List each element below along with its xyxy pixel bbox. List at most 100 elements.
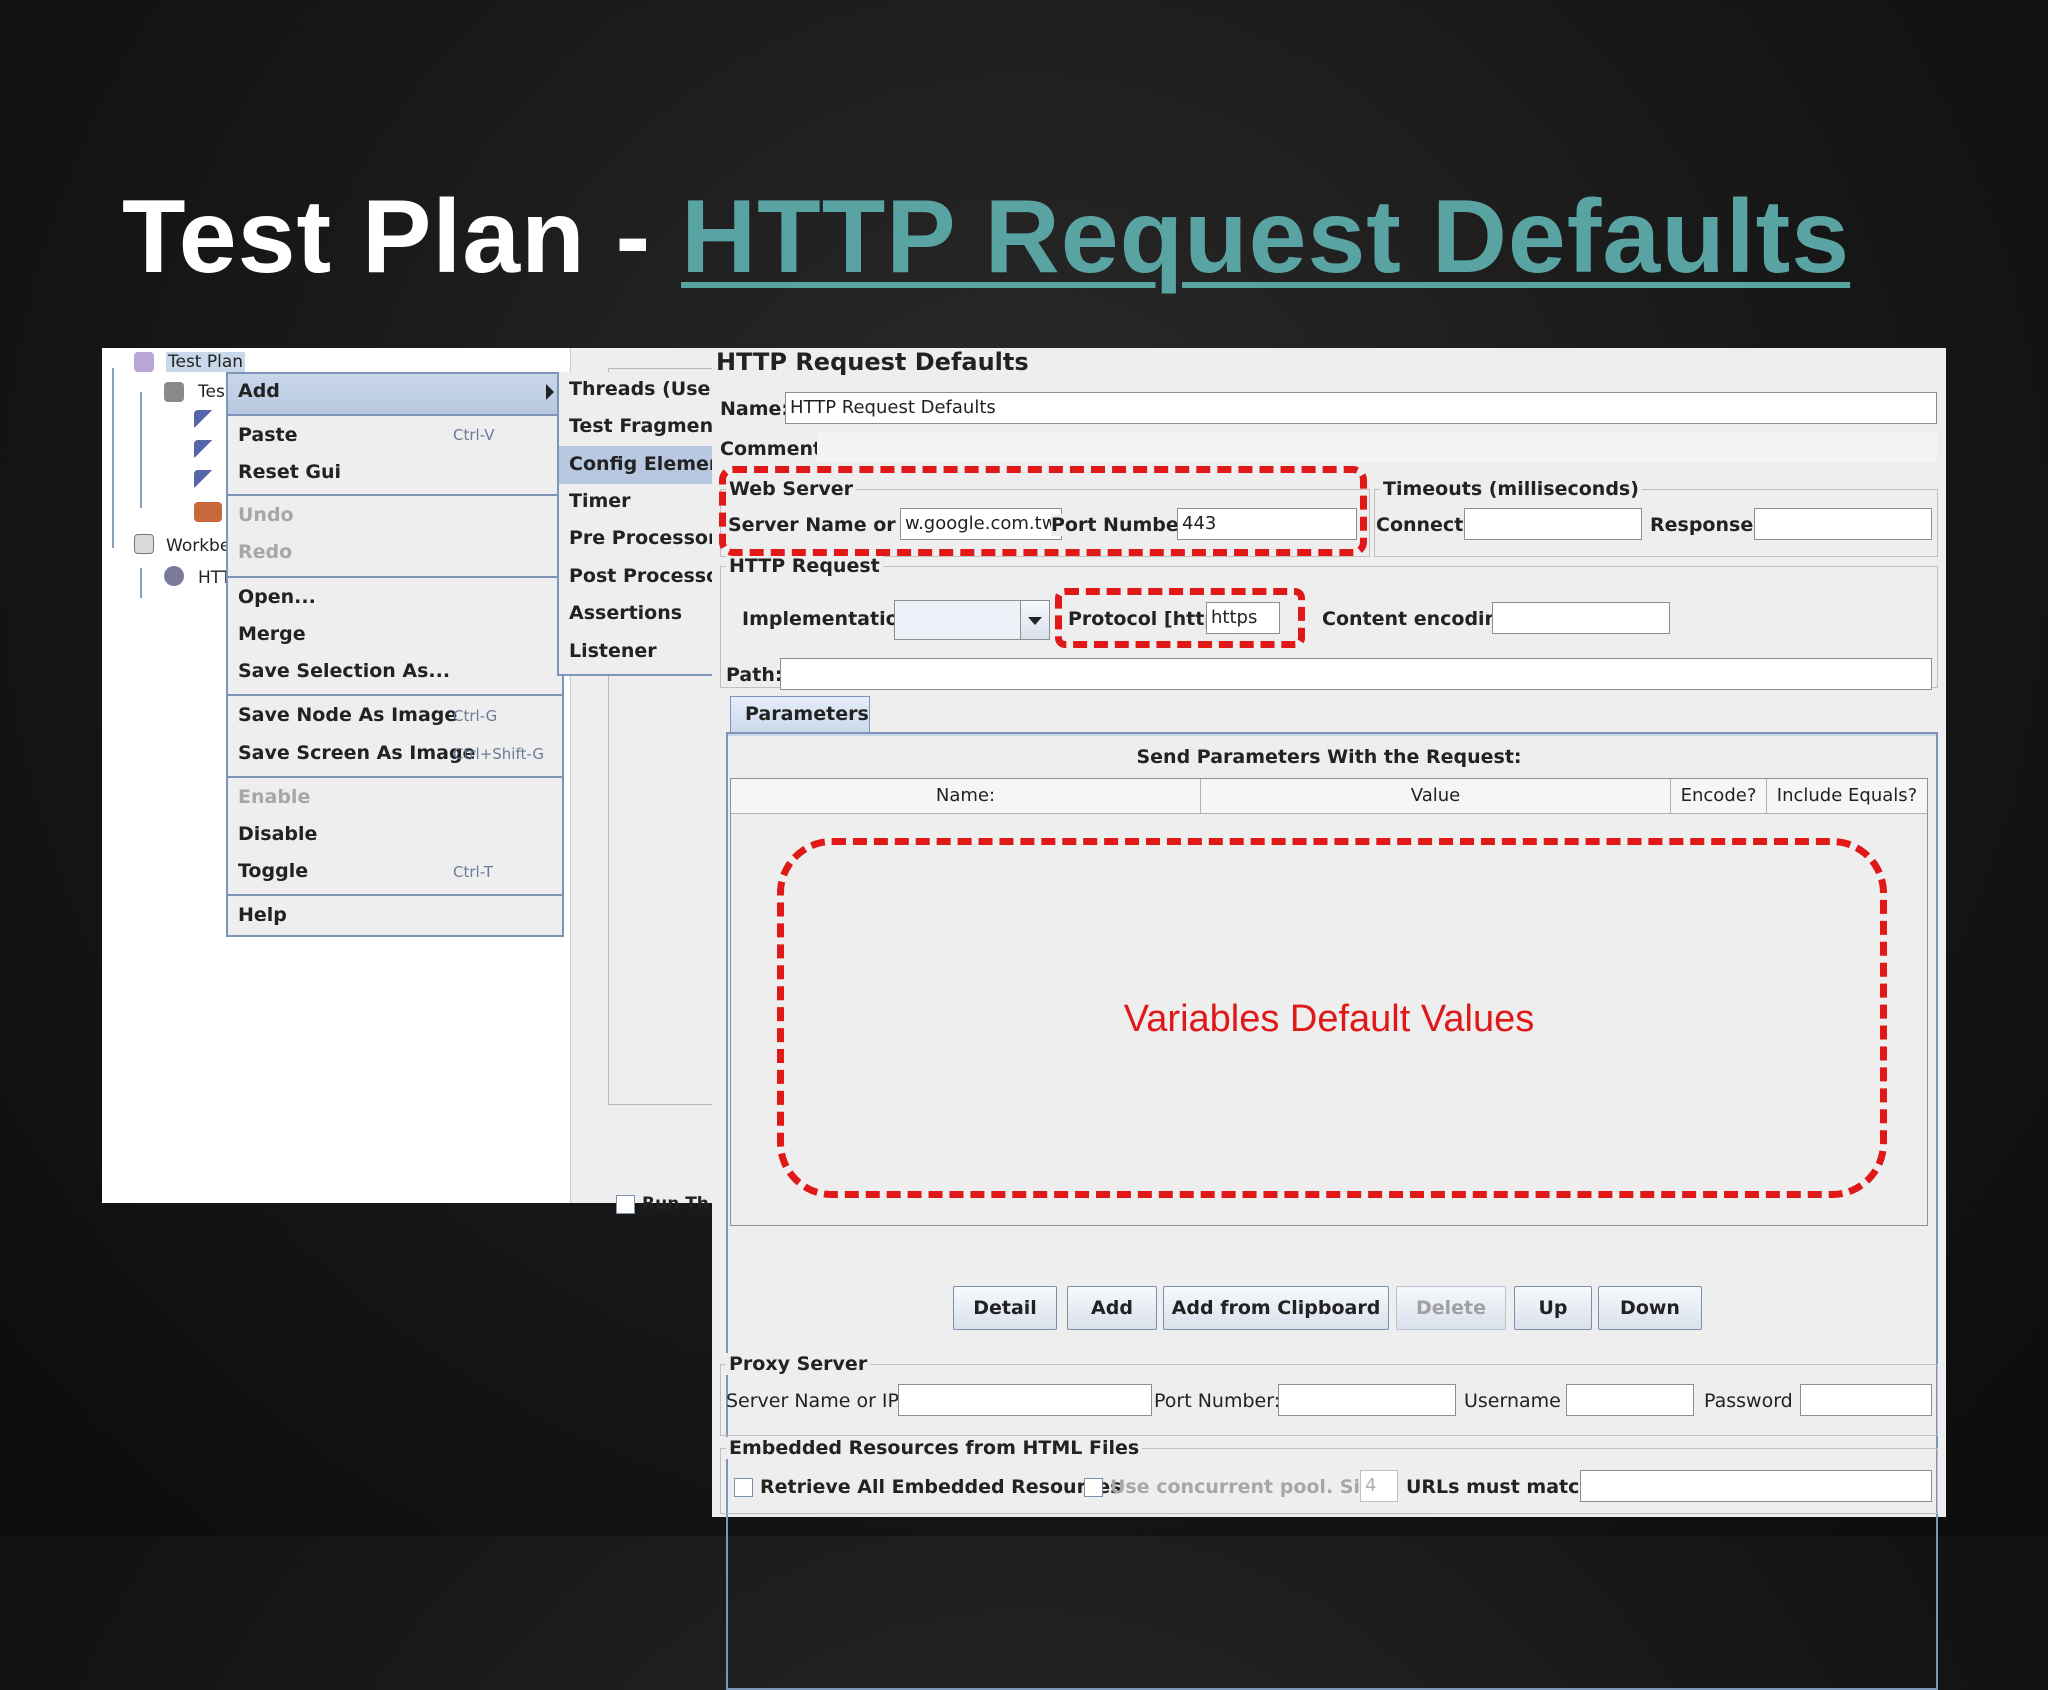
menu-item-save-selection[interactable]: Save Selection As... <box>238 660 450 682</box>
title-link[interactable]: HTTP Request Defaults <box>681 179 1850 295</box>
submenu-item-assertions[interactable]: Assertions <box>569 602 682 624</box>
menu-item-redo: Redo <box>238 541 293 563</box>
parameters-heading: Send Parameters With the Request: <box>1136 746 1522 768</box>
panel-title: HTTP Request Defaults <box>716 348 1029 376</box>
tree-item-test-plan[interactable]: Test Plan <box>166 352 246 372</box>
retrieve-embedded-checkbox[interactable] <box>734 1478 753 1497</box>
timeouts-title: Timeouts (milliseconds) <box>1380 478 1642 500</box>
tree-line <box>140 568 142 598</box>
menu-item-help[interactable]: Help <box>238 904 287 926</box>
proxy-port-label: Port Number: <box>1154 1390 1281 1412</box>
proxy-username-field[interactable] <box>1566 1384 1694 1416</box>
menu-separator <box>228 776 562 778</box>
concurrent-pool-checkbox[interactable] <box>1084 1478 1103 1497</box>
listener-icon[interactable] <box>194 502 222 522</box>
thread-group-icon <box>164 382 184 402</box>
proxy-password-label: Password <box>1704 1390 1793 1412</box>
slide-title: Test Plan - HTTP Request Defaults <box>122 178 1850 297</box>
tab-parameters-label: Parameters <box>745 703 869 725</box>
submenu-item-test-fragment[interactable]: Test Fragment <box>569 415 722 437</box>
menu-item-undo: Undo <box>238 504 294 526</box>
tree-line <box>112 368 114 548</box>
menu-separator <box>228 414 562 416</box>
connect-label: Connect: <box>1376 514 1471 536</box>
gear-icon <box>164 566 184 586</box>
menu-item-disable[interactable]: Disable <box>238 823 317 845</box>
menu-separator <box>228 694 562 696</box>
down-button[interactable]: Down <box>1598 1286 1702 1330</box>
proxy-port-field[interactable] <box>1278 1384 1456 1416</box>
add-submenu: Threads (Users Test Fragment Config Elem… <box>557 372 732 676</box>
concurrent-pool-label: Use concurrent pool. Size: <box>1110 1476 1392 1498</box>
proxy-server-name-field[interactable] <box>898 1384 1152 1416</box>
implementation-dropdown-button[interactable] <box>1020 600 1050 640</box>
sampler-icon[interactable] <box>194 440 220 460</box>
column-name[interactable]: Name: <box>731 779 1201 813</box>
menu-item-save-node-image[interactable]: Save Node As Image <box>238 704 457 726</box>
submenu-item-config-element[interactable]: Config Element <box>569 453 732 475</box>
sampler-icon[interactable] <box>194 470 220 490</box>
proxy-username-label: Username <box>1464 1390 1561 1412</box>
menu-item-enable: Enable <box>238 786 311 808</box>
context-menu: Add Paste Ctrl-V Reset Gui Undo Redo Ope… <box>226 372 564 937</box>
menu-item-toggle[interactable]: Toggle <box>238 860 308 882</box>
chevron-down-icon <box>1028 617 1042 625</box>
proxy-password-field[interactable] <box>1800 1384 1932 1416</box>
title-prefix: Test Plan - <box>122 179 682 295</box>
column-value[interactable]: Value <box>1201 779 1671 813</box>
implementation-select[interactable] <box>894 600 1024 640</box>
submenu-arrow-icon <box>546 384 554 400</box>
submenu-item-timer[interactable]: Timer <box>569 490 631 512</box>
name-field[interactable]: HTTP Request Defaults <box>785 392 1937 424</box>
up-button[interactable]: Up <box>1514 1286 1592 1330</box>
workbench-icon <box>134 534 154 554</box>
path-field[interactable] <box>780 658 1932 690</box>
proxy-server-title: Proxy Server <box>726 1353 871 1375</box>
tree-item-thread-group[interactable]: Tes <box>198 382 225 402</box>
http-request-title: HTTP Request <box>726 555 883 577</box>
embedded-resources-title: Embedded Resources from HTML Files <box>726 1437 1143 1459</box>
paste-shortcut: Ctrl-V <box>453 426 495 444</box>
menu-item-open[interactable]: Open... <box>238 586 316 608</box>
retrieve-embedded-label: Retrieve All Embedded Resources <box>760 1476 1122 1498</box>
response-field[interactable] <box>1754 508 1932 540</box>
content-encoding-label: Content encoding: <box>1322 608 1520 630</box>
submenu-item-threads[interactable]: Threads (Users <box>569 378 731 400</box>
add-button[interactable]: Add <box>1067 1286 1157 1330</box>
annotation-web-server-box <box>719 466 1367 556</box>
comments-field[interactable] <box>817 432 1937 462</box>
run-checkbox[interactable] <box>616 1195 635 1214</box>
urls-must-match-field[interactable] <box>1580 1470 1932 1502</box>
column-include-equals[interactable]: Include Equals? <box>1767 779 1927 813</box>
menu-item-paste[interactable]: Paste <box>238 424 298 446</box>
sampler-icon[interactable] <box>194 410 220 430</box>
detail-button[interactable]: Detail <box>953 1286 1057 1330</box>
response-label: Response: <box>1650 514 1761 536</box>
menu-separator <box>228 894 562 896</box>
tree-item-workbench[interactable]: Workbe <box>166 536 230 556</box>
tree-line <box>140 392 142 508</box>
column-encode[interactable]: Encode? <box>1671 779 1767 813</box>
menu-separator <box>228 576 562 578</box>
annotation-protocol-box <box>1055 588 1305 648</box>
delete-button: Delete <box>1396 1286 1506 1330</box>
proxy-server-name-label: Server Name or IP: <box>726 1390 906 1412</box>
pool-size-field: 4 <box>1360 1470 1398 1502</box>
save-node-shortcut: Ctrl-G <box>453 707 498 725</box>
submenu-item-post-processor[interactable]: Post Processor <box>569 565 729 587</box>
add-from-clipboard-button[interactable]: Add from Clipboard <box>1163 1286 1389 1330</box>
tab-panel-edge <box>728 734 1936 736</box>
path-label: Path: <box>726 664 783 686</box>
menu-item-merge[interactable]: Merge <box>238 623 306 645</box>
menu-item-reset-gui[interactable]: Reset Gui <box>238 461 341 483</box>
menu-item-save-screen-image[interactable]: Save Screen As Image <box>238 742 475 764</box>
submenu-item-pre-processors[interactable]: Pre Processors <box>569 527 729 549</box>
annotation-variables-text: Variables Default Values <box>1123 998 1535 1040</box>
tab-parameters[interactable]: Parameters <box>730 696 870 734</box>
connect-field[interactable] <box>1464 508 1642 540</box>
menu-add-label: Add <box>238 380 280 402</box>
urls-must-match-label: URLs must match: <box>1406 1476 1601 1498</box>
content-encoding-field[interactable] <box>1492 602 1670 634</box>
submenu-item-listener[interactable]: Listener <box>569 640 657 662</box>
flask-icon <box>134 352 154 372</box>
